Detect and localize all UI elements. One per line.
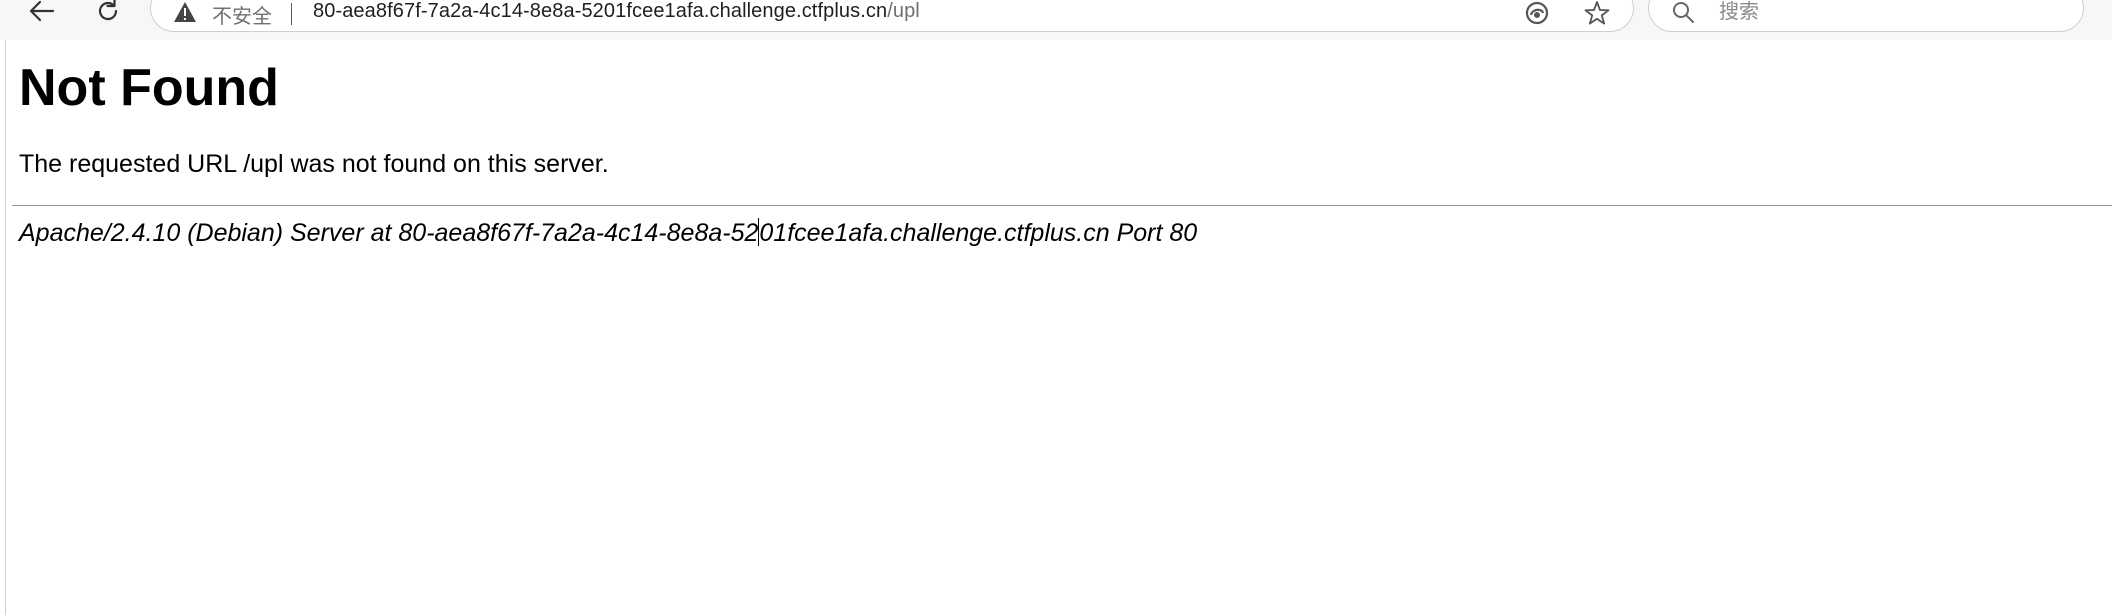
search-input[interactable]: [1719, 0, 2059, 23]
edge-refresh-icon[interactable]: [1523, 0, 1551, 27]
server-signature-part-1: Apache/2.4.10 (Debian) Server at 80-aea8…: [19, 219, 759, 247]
url-path: /upl: [887, 0, 920, 22]
server-signature-part-2: 01fcee1afa.challenge.ctfplus.cn Port 80: [759, 219, 1198, 247]
security-status-label[interactable]: 不安全: [212, 0, 272, 29]
reload-button[interactable]: [88, 0, 128, 26]
search-icon: [1671, 0, 1695, 24]
reload-icon: [95, 0, 121, 28]
back-button[interactable]: [22, 0, 62, 26]
star-icon[interactable]: [1583, 0, 1611, 27]
url-host: 80-aea8f67f-7a2a-4c14-8e8a-5201fcee1afa.…: [313, 0, 888, 22]
error-message: The requested URL /upl was not found on …: [19, 150, 609, 178]
page-title: Not Found: [19, 59, 279, 117]
url-text[interactable]: 80-aea8f67f-7a2a-4c14-8e8a-5201fcee1afa.…: [313, 0, 920, 23]
divider: [12, 205, 2112, 206]
address-bar[interactable]: 不安全 80-aea8f67f-7a2a-4c14-8e8a-5201fcee1…: [150, 0, 1634, 32]
search-box[interactable]: [1648, 0, 2084, 32]
page-content: Not Found The requested URL /upl was not…: [5, 40, 2112, 615]
address-divider: [291, 3, 292, 25]
warning-triangle-icon[interactable]: [173, 1, 197, 23]
server-signature: Apache/2.4.10 (Debian) Server at 80-aea8…: [19, 218, 1197, 248]
browser-toolbar: 不安全 80-aea8f67f-7a2a-4c14-8e8a-5201fcee1…: [0, 0, 2112, 40]
back-arrow-icon: [29, 0, 55, 26]
